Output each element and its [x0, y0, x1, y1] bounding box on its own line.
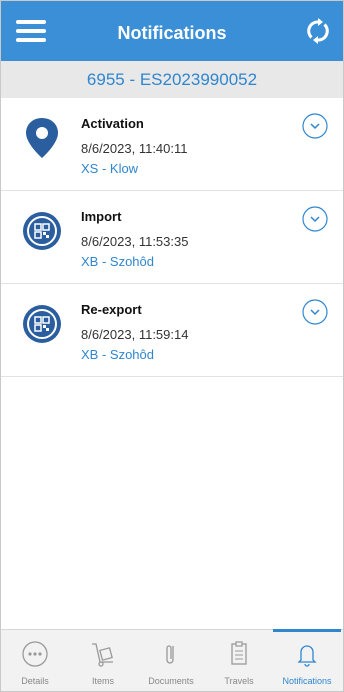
tab-notifications[interactable]: Notifications [273, 629, 341, 691]
tab-items[interactable]: Items [69, 630, 137, 691]
notification-item[interactable]: Activation 8/6/2023, 11:40:11 XS - Klow [1, 98, 343, 191]
notification-location: XB - Szohôd [81, 347, 154, 362]
page-title: Notifications [117, 23, 227, 43]
notification-title: Import [81, 209, 122, 224]
clipboard-icon [231, 641, 247, 665]
tab-label: Items [91, 676, 114, 686]
bell-icon [297, 645, 317, 667]
notification-timestamp: 8/6/2023, 11:53:35 [81, 234, 189, 249]
notification-timestamp: 8/6/2023, 11:59:14 [81, 327, 189, 342]
notification-location: XB - Szohôd [81, 254, 154, 269]
qr-code-icon [23, 305, 61, 343]
notification-item[interactable]: Import 8/6/2023, 11:53:35 XB - Szohôd [1, 191, 343, 284]
hand-truck-icon [92, 643, 113, 667]
qr-code-icon [23, 212, 61, 250]
notification-timestamp: 8/6/2023, 11:40:11 [81, 141, 188, 156]
chevron-down-icon[interactable] [302, 206, 328, 232]
declaration-id-bar: 6955 - ES2023990052 [1, 61, 343, 98]
sync-icon[interactable] [305, 18, 331, 44]
tab-label: Documents [148, 676, 194, 686]
notification-list: Activation 8/6/2023, 11:40:11 XS - Klow … [1, 98, 343, 377]
paperclip-icon [166, 645, 174, 664]
chevron-down-icon[interactable] [302, 113, 328, 139]
notification-title: Re-export [81, 302, 142, 317]
tab-label: Travels [224, 676, 254, 686]
notification-item[interactable]: Re-export 8/6/2023, 11:59:14 XB - Szohôd [1, 284, 343, 377]
notification-title: Activation [81, 116, 144, 131]
tab-label: Details [21, 676, 49, 686]
chevron-down-icon[interactable] [302, 299, 328, 325]
tab-label: Notifications [282, 676, 332, 686]
tab-details[interactable]: Details [1, 630, 69, 691]
bottom-tab-bar: Details Items Documents Travels Notifica… [1, 629, 343, 691]
tab-travels[interactable]: Travels [205, 630, 273, 691]
app-screen: Notifications 6955 - ES2023990052 Activa… [0, 0, 344, 692]
notification-location: XS - Klow [81, 161, 139, 176]
tab-documents[interactable]: Documents [137, 630, 205, 691]
location-pin-icon [26, 118, 58, 158]
top-app-bar: Notifications [1, 1, 343, 61]
more-dots-icon [22, 641, 48, 667]
